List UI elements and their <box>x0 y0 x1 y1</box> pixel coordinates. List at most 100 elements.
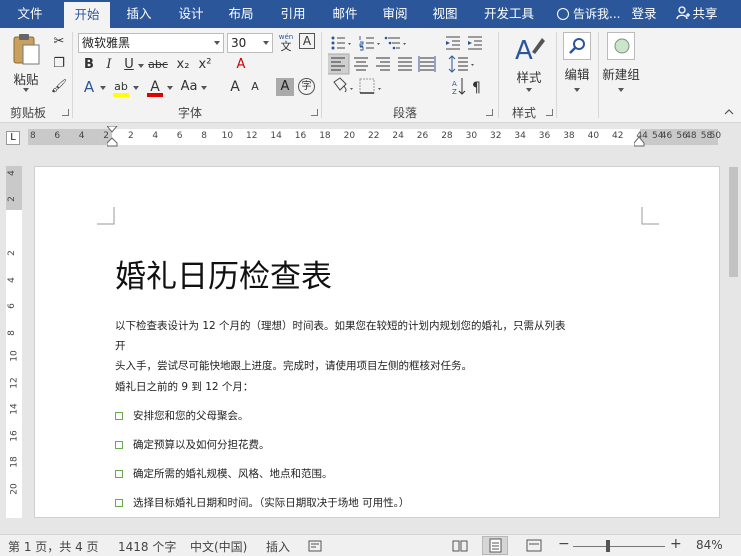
zoom-slider-thumb[interactable] <box>606 540 610 552</box>
chevron-down-icon[interactable] <box>377 43 380 45</box>
shrink-font-icon[interactable]: A <box>246 78 264 96</box>
enclose-char-icon[interactable]: 字 <box>298 78 315 95</box>
align-right-icon[interactable] <box>376 57 390 71</box>
styles-button[interactable]: A 样式 <box>508 32 550 98</box>
phonetic-guide-icon[interactable]: wén 文 <box>277 32 295 54</box>
document-intro[interactable]: 以下检查表设计为 12 个月的（理想）时间表。如果您在较短的计划内规划您的婚礼，… <box>115 316 575 376</box>
change-case-icon[interactable]: Aa <box>178 78 200 96</box>
macro-record-icon[interactable] <box>308 539 322 553</box>
tab-file[interactable]: 文件 <box>8 0 52 28</box>
checkbox-icon[interactable] <box>115 441 123 449</box>
font-color-icon[interactable]: A <box>146 78 164 97</box>
document-page[interactable]: 婚礼日历检查表 以下检查表设计为 12 个月的（理想）时间表。如果您在较短的计划… <box>34 166 720 518</box>
read-mode-icon[interactable] <box>452 538 468 554</box>
checkbox-icon[interactable] <box>115 412 123 420</box>
text-effects-icon[interactable]: A <box>80 78 98 96</box>
horizontal-ruler[interactable]: 8 6 4 2 2 4 6 8 10 12 14 16 18 20 22 24 26 28 30 32 34 36 38 40… <box>28 126 721 147</box>
numbering-icon[interactable] <box>359 36 374 51</box>
subscript-button[interactable]: x₂ <box>174 56 192 74</box>
chevron-down-icon[interactable] <box>350 88 353 90</box>
web-layout-icon[interactable] <box>526 538 542 554</box>
tab-review[interactable]: 审阅 <box>374 0 416 28</box>
tab-selector[interactable]: L <box>6 131 20 145</box>
page-count[interactable]: 第 1 页，共 4 页 <box>8 538 99 555</box>
chevron-down-icon[interactable] <box>138 64 144 68</box>
increase-indent-icon[interactable] <box>468 36 482 50</box>
sort-icon[interactable]: AZ <box>452 78 466 96</box>
grow-font-icon[interactable]: A <box>226 78 244 96</box>
chevron-down-icon[interactable] <box>201 86 207 90</box>
styles-launcher-icon[interactable] <box>546 109 553 116</box>
paragraph-launcher-icon[interactable] <box>486 109 493 116</box>
tab-view[interactable]: 视图 <box>424 0 466 28</box>
chevron-down-icon[interactable] <box>378 88 381 90</box>
bold-button[interactable]: B <box>80 56 98 74</box>
font-size-combo[interactable]: 30 <box>227 33 273 53</box>
font-launcher-icon[interactable] <box>311 109 318 116</box>
chevron-down-icon[interactable] <box>471 64 474 66</box>
zoom-out-button[interactable]: − <box>558 536 570 552</box>
checkbox-icon[interactable] <box>115 470 123 478</box>
align-center-icon[interactable] <box>354 57 368 71</box>
vertical-ruler[interactable]: 4 2 2 4 6 8 10 12 14 16 18 20 <box>6 166 22 518</box>
chevron-down-icon[interactable] <box>403 43 406 45</box>
language-indicator[interactable]: 中文(中国) <box>190 538 247 555</box>
copy-icon[interactable]: ❐ <box>50 55 68 73</box>
checklist-item[interactable]: 安排您和您的父母聚会。 <box>115 408 249 423</box>
superscript-button[interactable]: x² <box>196 56 214 74</box>
section-heading[interactable]: 婚礼日之前的 9 到 12 个月： <box>115 379 253 394</box>
tab-layout[interactable]: 布局 <box>220 0 262 28</box>
checkbox-icon[interactable] <box>115 499 123 507</box>
zoom-slider-track[interactable] <box>573 546 665 547</box>
login-button[interactable]: 登录 <box>626 0 662 28</box>
right-indent-marker-icon[interactable] <box>634 137 645 147</box>
italic-button[interactable]: I <box>100 56 118 74</box>
underline-button[interactable]: U <box>120 56 138 74</box>
new-group-button[interactable]: 新建组 <box>600 32 642 96</box>
vertical-scrollbar[interactable] <box>726 153 741 518</box>
chevron-down-icon[interactable] <box>167 86 173 90</box>
char-shading-icon[interactable]: A <box>276 78 294 96</box>
zoom-level[interactable]: 84% <box>696 538 723 552</box>
collapse-ribbon-icon[interactable] <box>724 108 734 116</box>
line-spacing-icon[interactable] <box>448 55 468 73</box>
bullets-icon[interactable] <box>331 36 346 50</box>
distributed-icon[interactable] <box>418 56 436 72</box>
editing-button[interactable]: 编辑 <box>560 32 594 96</box>
print-layout-button[interactable] <box>482 536 508 555</box>
word-count[interactable]: 1418 个字 <box>118 538 176 555</box>
share-button[interactable]: 共享 <box>668 0 726 28</box>
strikethrough-button[interactable]: abc <box>146 56 170 74</box>
multilevel-list-icon[interactable] <box>384 36 400 50</box>
shading-icon[interactable] <box>333 77 347 93</box>
font-name-combo[interactable]: 微软雅黑 <box>78 33 224 53</box>
tell-me-box[interactable]: 告诉我... <box>557 0 620 28</box>
show-marks-icon[interactable]: ¶ <box>472 80 481 96</box>
checklist-item[interactable]: 确定预算以及如何分担花费。 <box>115 437 270 452</box>
tab-insert[interactable]: 插入 <box>118 0 160 28</box>
tab-home[interactable]: 开始 <box>64 2 110 28</box>
scrollbar-thumb[interactable] <box>729 167 738 277</box>
zoom-in-button[interactable]: + <box>670 536 682 552</box>
char-border-icon[interactable]: A <box>299 33 315 49</box>
cut-icon[interactable]: ✂ <box>50 33 68 51</box>
chevron-down-icon[interactable] <box>100 86 106 90</box>
chevron-down-icon[interactable] <box>348 43 351 45</box>
tab-developer[interactable]: 开发工具 <box>478 0 540 28</box>
tab-design[interactable]: 设计 <box>170 0 212 28</box>
checklist-item[interactable]: 选择目标婚礼日期和时间。（实际日期取决于场地 可用性。） <box>115 495 409 510</box>
highlight-color-icon[interactable]: ab <box>112 78 130 97</box>
paste-button[interactable]: 粘贴 <box>8 32 44 92</box>
tab-mailings[interactable]: 邮件 <box>324 0 366 28</box>
checklist-item[interactable]: 确定所需的婚礼规模、风格、地点和范围。 <box>115 466 333 481</box>
decrease-indent-icon[interactable] <box>446 36 460 50</box>
format-painter-icon[interactable]: 🖌 <box>50 78 68 96</box>
clear-formatting-icon[interactable]: A <box>232 56 250 74</box>
tab-references[interactable]: 引用 <box>272 0 314 28</box>
clipboard-launcher-icon[interactable] <box>62 109 69 116</box>
document-title[interactable]: 婚礼日历检查表 <box>115 251 332 296</box>
justify-icon[interactable] <box>398 57 412 71</box>
align-left-button-bg[interactable] <box>328 53 350 75</box>
indent-marker-icon[interactable] <box>107 126 118 150</box>
input-mode[interactable]: 插入 <box>266 538 290 555</box>
